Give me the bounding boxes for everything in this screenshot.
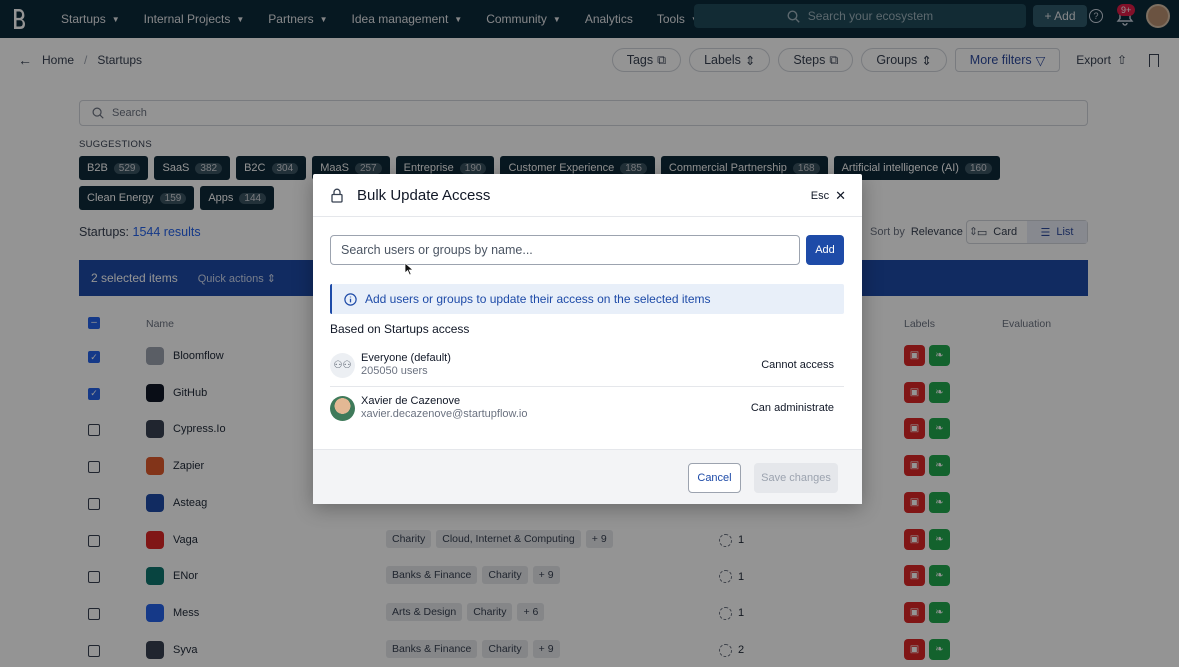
access-subtitle: xavier.decazenove@startupflow.io <box>361 408 528 420</box>
modal-footer: Cancel Save changes <box>313 449 862 504</box>
modal-title: Bulk Update Access <box>357 186 491 204</box>
close-button[interactable]: Esc ✕ <box>811 188 846 204</box>
access-row-everyone: ⚇⚇ Everyone (default) 205050 users Canno… <box>330 346 844 386</box>
info-banner: Add users or groups to update their acce… <box>330 284 844 314</box>
search-placeholder: Search users or groups by name... <box>341 243 533 257</box>
access-subtitle: 205050 users <box>361 365 428 377</box>
esc-label: Esc <box>810 190 830 202</box>
cancel-button[interactable]: Cancel <box>688 463 741 493</box>
lock-icon <box>331 188 343 203</box>
access-row-user: Xavier de Cazenove xavier.decazenove@sta… <box>330 389 844 429</box>
mouse-cursor <box>404 262 414 276</box>
bulk-update-access-modal: Bulk Update Access Esc ✕ Search users or … <box>313 174 862 504</box>
add-user-button[interactable]: Add <box>806 235 844 265</box>
save-changes-button[interactable]: Save changes <box>754 463 838 493</box>
avatar <box>330 396 355 421</box>
info-icon <box>344 292 357 306</box>
access-name: Everyone (default) <box>361 352 451 364</box>
permission-select[interactable]: Cannot access <box>761 359 834 371</box>
group-icon: ⚇⚇ <box>330 353 355 378</box>
permission-select[interactable]: Can administrate <box>751 402 834 414</box>
user-group-search-input[interactable]: Search users or groups by name... <box>330 235 800 265</box>
modal-header: Bulk Update Access Esc ✕ <box>313 174 862 217</box>
divider <box>330 386 844 387</box>
close-icon: ✕ <box>835 188 846 203</box>
access-name: Xavier de Cazenove <box>361 395 461 407</box>
section-title: Based on Startups access <box>330 322 470 336</box>
info-text: Add users or groups to update their acce… <box>365 292 711 306</box>
